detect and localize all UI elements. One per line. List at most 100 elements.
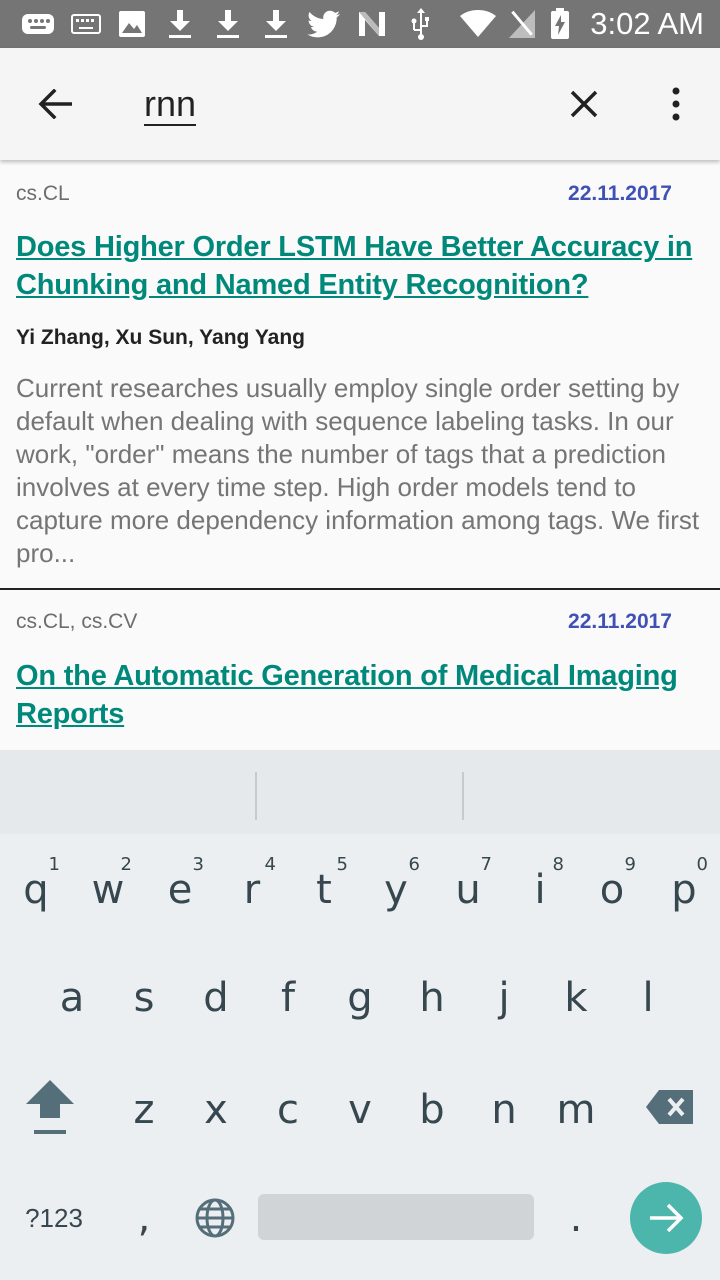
key-hint: 4 xyxy=(264,854,276,875)
key-label: t xyxy=(316,867,332,913)
backspace-icon xyxy=(646,1090,693,1124)
soft-keyboard: ?123 , . q1w2e3r4t5y6u7i8o9p0asdfghjklzx… xyxy=(0,750,720,1280)
key-hint: 9 xyxy=(624,854,636,875)
key-j[interactable]: j xyxy=(468,948,540,1048)
key-hint: 3 xyxy=(192,854,204,875)
download-icon xyxy=(262,8,290,40)
key-label: q xyxy=(23,867,49,913)
paper-title[interactable]: Does Higher Order LSTM Have Better Accur… xyxy=(16,228,706,304)
status-time: 3:02 AM xyxy=(590,6,704,41)
download-icon xyxy=(166,8,194,40)
globe-icon xyxy=(195,1198,235,1238)
no-signal-icon xyxy=(508,8,536,40)
key-label: a xyxy=(59,975,85,1021)
clear-search-button[interactable] xyxy=(552,72,616,136)
back-arrow-icon xyxy=(38,89,72,119)
paper-abstract: Current researches usually employ single… xyxy=(16,373,700,568)
key-b[interactable]: b xyxy=(396,1060,468,1160)
key-label: k xyxy=(564,975,588,1021)
key-label: p xyxy=(671,867,697,913)
paper-categories: cs.CL xyxy=(16,182,70,205)
key-r[interactable]: r4 xyxy=(216,840,288,940)
key-s[interactable]: s xyxy=(108,948,180,1048)
usb-icon xyxy=(408,8,434,40)
paper-title[interactable]: On the Automatic Generation of Medical I… xyxy=(16,657,706,733)
key-i[interactable]: i8 xyxy=(504,840,576,940)
key-label: r xyxy=(243,867,261,913)
key-label: n xyxy=(491,1087,517,1133)
period-key[interactable]: . xyxy=(546,1178,606,1258)
status-bar: 3:02 AM xyxy=(0,0,720,48)
key-label: d xyxy=(203,975,229,1021)
key-label: o xyxy=(599,867,625,913)
key-hint: 8 xyxy=(552,854,564,875)
key-label: h xyxy=(419,975,445,1021)
key-label: i xyxy=(534,867,546,913)
n-icon xyxy=(356,8,388,40)
more-options-button[interactable] xyxy=(652,72,700,136)
list-item[interactable]: cs.CL, cs.CV 22.11.2017 On the Automatic… xyxy=(0,590,720,750)
key-v[interactable]: v xyxy=(324,1060,396,1160)
key-g[interactable]: g xyxy=(324,948,396,1048)
key-t[interactable]: t5 xyxy=(288,840,360,940)
key-hint: 5 xyxy=(336,854,348,875)
symbols-key[interactable]: ?123 xyxy=(10,1178,98,1258)
key-o[interactable]: o9 xyxy=(576,840,648,940)
key-c[interactable]: c xyxy=(252,1060,324,1160)
paper-date: 22.11.2017 xyxy=(568,182,672,205)
suggestion-divider xyxy=(255,772,257,820)
suggestion-strip xyxy=(0,750,720,834)
language-key[interactable] xyxy=(182,1178,248,1258)
close-icon xyxy=(570,90,598,118)
keyboard-icon xyxy=(70,8,102,40)
search-toolbar: rnn xyxy=(0,48,720,160)
comma-key[interactable]: , xyxy=(112,1178,176,1258)
key-label: e xyxy=(167,867,193,913)
key-label: z xyxy=(133,1087,155,1133)
keyboard-status-icon xyxy=(20,8,56,40)
key-k[interactable]: k xyxy=(540,948,612,1048)
back-button[interactable] xyxy=(24,72,88,136)
twitter-icon xyxy=(306,8,342,40)
key-hint: 2 xyxy=(120,854,132,875)
key-hint: 7 xyxy=(480,854,492,875)
key-z[interactable]: z xyxy=(108,1060,180,1160)
enter-button[interactable] xyxy=(630,1182,702,1254)
list-item[interactable]: cs.CL 22.11.2017 Does Higher Order LSTM … xyxy=(0,160,720,588)
paper-authors: Yi Zhang, Xu Sun, Yang Yang xyxy=(16,326,305,349)
key-x[interactable]: x xyxy=(180,1060,252,1160)
key-label: g xyxy=(347,975,373,1021)
key-a[interactable]: a xyxy=(36,948,108,1048)
key-hint: 0 xyxy=(696,854,708,875)
key-h[interactable]: h xyxy=(396,948,468,1048)
backspace-key[interactable] xyxy=(630,1062,710,1152)
key-n[interactable]: n xyxy=(468,1060,540,1160)
shift-key[interactable] xyxy=(10,1062,90,1152)
key-m[interactable]: m xyxy=(540,1060,612,1160)
key-label: s xyxy=(133,975,155,1021)
key-p[interactable]: p0 xyxy=(648,840,720,940)
key-label: v xyxy=(348,1087,372,1133)
key-y[interactable]: y6 xyxy=(360,840,432,940)
key-q[interactable]: q1 xyxy=(0,840,72,940)
key-label: y xyxy=(384,867,408,913)
key-label: c xyxy=(277,1087,299,1133)
key-label: w xyxy=(91,867,125,913)
results-list: cs.CL 22.11.2017 Does Higher Order LSTM … xyxy=(0,160,720,750)
download-icon xyxy=(214,8,242,40)
key-u[interactable]: u7 xyxy=(432,840,504,940)
key-label: f xyxy=(280,975,296,1021)
key-e[interactable]: e3 xyxy=(144,840,216,940)
search-input[interactable]: rnn xyxy=(144,80,197,126)
key-l[interactable]: l xyxy=(612,948,684,1048)
space-bar[interactable] xyxy=(258,1194,534,1240)
key-label: l xyxy=(642,975,654,1021)
battery-charging-icon xyxy=(548,8,572,40)
key-d[interactable]: d xyxy=(180,948,252,1048)
wifi-icon xyxy=(458,8,498,40)
more-vert-icon xyxy=(672,87,680,121)
key-f[interactable]: f xyxy=(252,948,324,1048)
key-label: j xyxy=(498,975,510,1021)
key-w[interactable]: w2 xyxy=(72,840,144,940)
shift-icon xyxy=(26,1080,74,1134)
